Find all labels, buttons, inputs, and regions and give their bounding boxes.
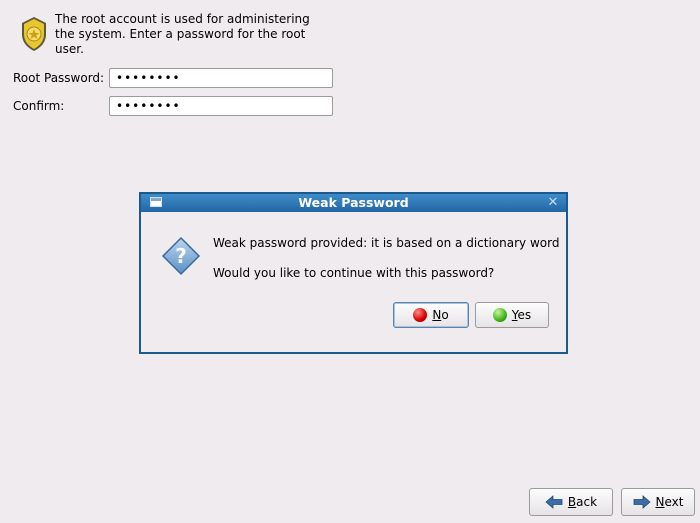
dialog-title: Weak Password: [298, 195, 409, 210]
dialog-question: Would you like to continue with this pas…: [213, 266, 495, 280]
root-password-input[interactable]: ••••••••: [109, 68, 333, 88]
no-icon: [413, 308, 428, 322]
question-icon: ?: [161, 236, 201, 276]
back-button[interactable]: Back: [529, 488, 613, 516]
weak-password-dialog: Weak Password ✕ ? Weak password provided…: [139, 192, 568, 354]
root-password-label: Root Password:: [13, 71, 105, 85]
dialog-message: Weak password provided: it is based on a…: [213, 236, 560, 250]
yes-icon: [492, 308, 507, 322]
window-menu-icon[interactable]: [150, 197, 162, 207]
root-badge-icon: [22, 17, 46, 51]
no-button[interactable]: No: [393, 302, 469, 328]
next-button[interactable]: Next: [621, 488, 695, 516]
intro-text: The root account is used for administeri…: [55, 12, 310, 56]
confirm-password-input[interactable]: ••••••••: [109, 96, 333, 116]
close-icon[interactable]: ✕: [545, 195, 561, 211]
svg-text:?: ?: [175, 244, 187, 268]
dialog-titlebar: Weak Password ✕: [141, 194, 566, 212]
yes-button[interactable]: Yes: [475, 302, 549, 328]
arrow-right-icon: [633, 495, 651, 509]
arrow-left-icon: [545, 495, 563, 509]
confirm-label: Confirm:: [13, 99, 65, 113]
